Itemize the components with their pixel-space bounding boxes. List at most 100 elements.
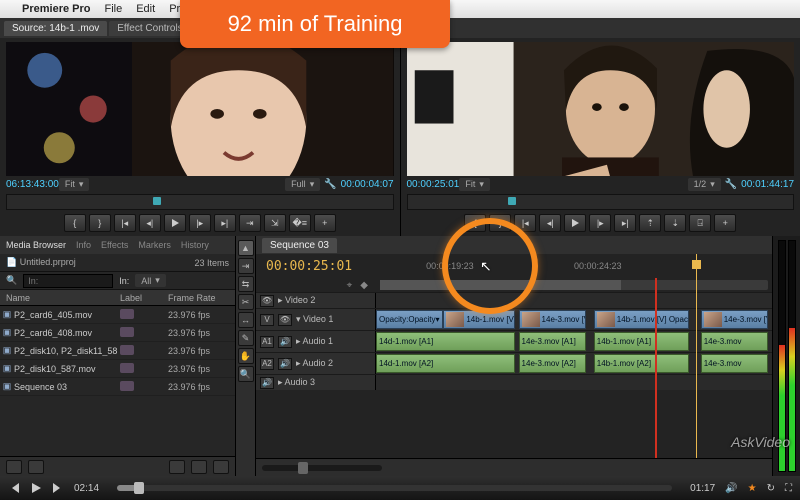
razor-tool[interactable]: ✂ <box>238 294 254 310</box>
tab-markers[interactable]: Markers <box>138 240 171 250</box>
player-next-button[interactable] <box>52 482 64 494</box>
menubar-file[interactable]: File <box>104 3 122 15</box>
tab-media-browser[interactable]: Media Browser <box>6 240 66 250</box>
new-bin-button[interactable] <box>169 460 185 474</box>
v1-eye-toggle[interactable]: 👁 <box>278 314 292 326</box>
project-item-list[interactable]: ▣P2_card6_405.mov23.976 fps▣P2_card6_408… <box>0 306 235 456</box>
project-item[interactable]: ▣P2_disk10, P2_disk11_5823.976 fps <box>0 342 235 360</box>
prog-mark-in-button[interactable]: { <box>464 214 486 232</box>
track-v1-lane[interactable]: Opacity:Opacity▾14b-1.mov [V] city▾ 14e-3… <box>376 309 772 330</box>
a3-mute-toggle[interactable]: 🔊 <box>260 377 274 389</box>
program-current-timecode[interactable]: 00:00:25:01 <box>407 179 460 190</box>
program-preview[interactable] <box>407 42 795 176</box>
player-progress[interactable] <box>117 485 672 491</box>
tab-effects[interactable]: Effects <box>101 240 128 250</box>
source-ruler[interactable] <box>6 194 394 210</box>
player-play-button[interactable] <box>30 482 42 494</box>
search-icon[interactable]: 🔍 <box>6 275 17 286</box>
audio-clip[interactable]: 14b-1.mov [A2] <box>594 354 689 373</box>
prog-export-frame-button[interactable]: ⍈ <box>689 214 711 232</box>
video-clip[interactable]: 14e-3.mov [V] <box>701 310 768 329</box>
zoom-tool[interactable]: 🔍 <box>238 366 254 382</box>
video-clip[interactable]: 14b-1.mov [V] city▾ <box>443 310 514 329</box>
program-fit-dropdown[interactable]: Fit ▾ <box>459 178 490 191</box>
source-res-dropdown[interactable]: Full ▾ <box>285 178 320 191</box>
delete-button[interactable] <box>213 460 229 474</box>
a1-target-toggle[interactable]: A1 <box>260 336 274 348</box>
project-item[interactable]: ▣P2_card6_405.mov23.976 fps <box>0 306 235 324</box>
track-a2-lane[interactable]: 14d-1.mov [A2]14e-3.mov [A2] 14b-1.mov [A… <box>376 353 772 374</box>
program-res-dropdown[interactable]: 1/2 ▾ <box>688 178 721 191</box>
wrench-icon[interactable]: 🔧 <box>725 179 737 190</box>
zoom-slider[interactable] <box>262 465 382 471</box>
audio-clip[interactable]: 14b-1.mov [A1] <box>594 332 689 351</box>
overwrite-button[interactable]: ⇲ <box>264 214 286 232</box>
timeline-scrub-bar[interactable] <box>380 280 768 290</box>
volume-icon[interactable]: 🔊 <box>725 483 737 494</box>
audio-clip[interactable]: 14e-3.mov [A1] <box>519 332 586 351</box>
track-a3-lane[interactable] <box>376 375 772 390</box>
go-in-button[interactable]: |◂ <box>114 214 136 232</box>
source-fit-dropdown[interactable]: Fit ▾ <box>59 178 90 191</box>
a1-mute-toggle[interactable]: 🔊 <box>278 336 292 348</box>
source-in-timecode[interactable]: 06:13:43:00 <box>6 179 59 190</box>
timeline-timecode[interactable]: 00:00:25:01 <box>256 259 376 274</box>
a2-mute-toggle[interactable]: 🔊 <box>278 358 292 370</box>
tab-source-clip[interactable]: Source: 14b-1 .mov <box>4 21 107 36</box>
prog-play-button[interactable] <box>564 214 586 232</box>
tab-history[interactable]: History <box>181 240 209 250</box>
in-filter-dropdown[interactable]: All ▾ <box>135 274 166 287</box>
project-item[interactable]: ▣P2_disk10_587.mov23.976 fps <box>0 360 235 378</box>
video-clip[interactable]: 14b-1.mov [V] Opacity:Opacity▾ <box>594 310 689 329</box>
col-label[interactable]: Label <box>120 293 168 303</box>
list-view-button[interactable] <box>6 460 22 474</box>
audio-clip[interactable]: 14e-3.mov <box>701 354 768 373</box>
col-framerate[interactable]: Frame Rate <box>168 293 235 303</box>
prog-mark-out-button[interactable]: } <box>489 214 511 232</box>
prog-lift-button[interactable]: ⇡ <box>639 214 661 232</box>
project-item[interactable]: ▣P2_card6_408.mov23.976 fps <box>0 324 235 342</box>
pen-tool[interactable]: ✎ <box>238 330 254 346</box>
menubar-edit[interactable]: Edit <box>136 3 155 15</box>
mark-out-button[interactable]: } <box>89 214 111 232</box>
track-select-tool[interactable]: ⇥ <box>238 258 254 274</box>
play-button[interactable] <box>164 214 186 232</box>
audio-clip[interactable]: 14e-3.mov [A2] <box>519 354 586 373</box>
v-target-toggle[interactable]: V <box>260 314 274 326</box>
wrench-icon[interactable]: 🔧 <box>324 179 336 190</box>
snap-icon[interactable]: ⌖ <box>347 280 353 291</box>
selection-tool[interactable]: ▲ <box>238 240 254 256</box>
insert-button[interactable]: ⇥ <box>239 214 261 232</box>
mark-in-button[interactable]: { <box>64 214 86 232</box>
playhead[interactable] <box>696 254 697 458</box>
slip-tool[interactable]: ↔ <box>238 312 254 328</box>
ripple-edit-tool[interactable]: ⇆ <box>238 276 254 292</box>
fullscreen-icon[interactable]: ⛶ <box>785 483 792 494</box>
export-frame-button[interactable]: �≡ <box>289 214 311 232</box>
video-clip[interactable]: Opacity:Opacity▾ <box>376 310 443 329</box>
transport-add-button[interactable]: + <box>314 214 336 232</box>
new-item-button[interactable] <box>191 460 207 474</box>
prog-add-button[interactable]: + <box>714 214 736 232</box>
project-item[interactable]: ▣Sequence 0323.976 fps <box>0 378 235 396</box>
track-v2-lane[interactable] <box>376 293 772 308</box>
prog-go-in-button[interactable]: |◂ <box>514 214 536 232</box>
star-icon[interactable]: ★ <box>748 483 757 494</box>
timeline-ruler[interactable]: 00:00:19:23 00:00:24:23 <box>376 261 772 271</box>
icon-view-button[interactable] <box>28 460 44 474</box>
loop-icon[interactable]: ↻ <box>767 483 775 494</box>
hand-tool[interactable]: ✋ <box>238 348 254 364</box>
tab-sequence[interactable]: Sequence 03 <box>262 238 337 253</box>
program-ruler[interactable] <box>407 194 795 210</box>
marker-icon[interactable]: ◆ <box>360 280 368 291</box>
v2-eye-toggle[interactable]: 👁 <box>260 295 274 307</box>
player-prev-button[interactable] <box>8 482 20 494</box>
audio-clip[interactable]: 14e-3.mov <box>701 332 768 351</box>
audio-clip[interactable]: 14d-1.mov [A1] <box>376 332 515 351</box>
tab-info[interactable]: Info <box>76 240 91 250</box>
prog-go-out-button[interactable]: ▸| <box>614 214 636 232</box>
prog-step-back-button[interactable]: ◂| <box>539 214 561 232</box>
step-fwd-button[interactable]: |▸ <box>189 214 211 232</box>
col-name[interactable]: Name <box>0 293 120 303</box>
audio-clip[interactable]: 14d-1.mov [A2] <box>376 354 515 373</box>
